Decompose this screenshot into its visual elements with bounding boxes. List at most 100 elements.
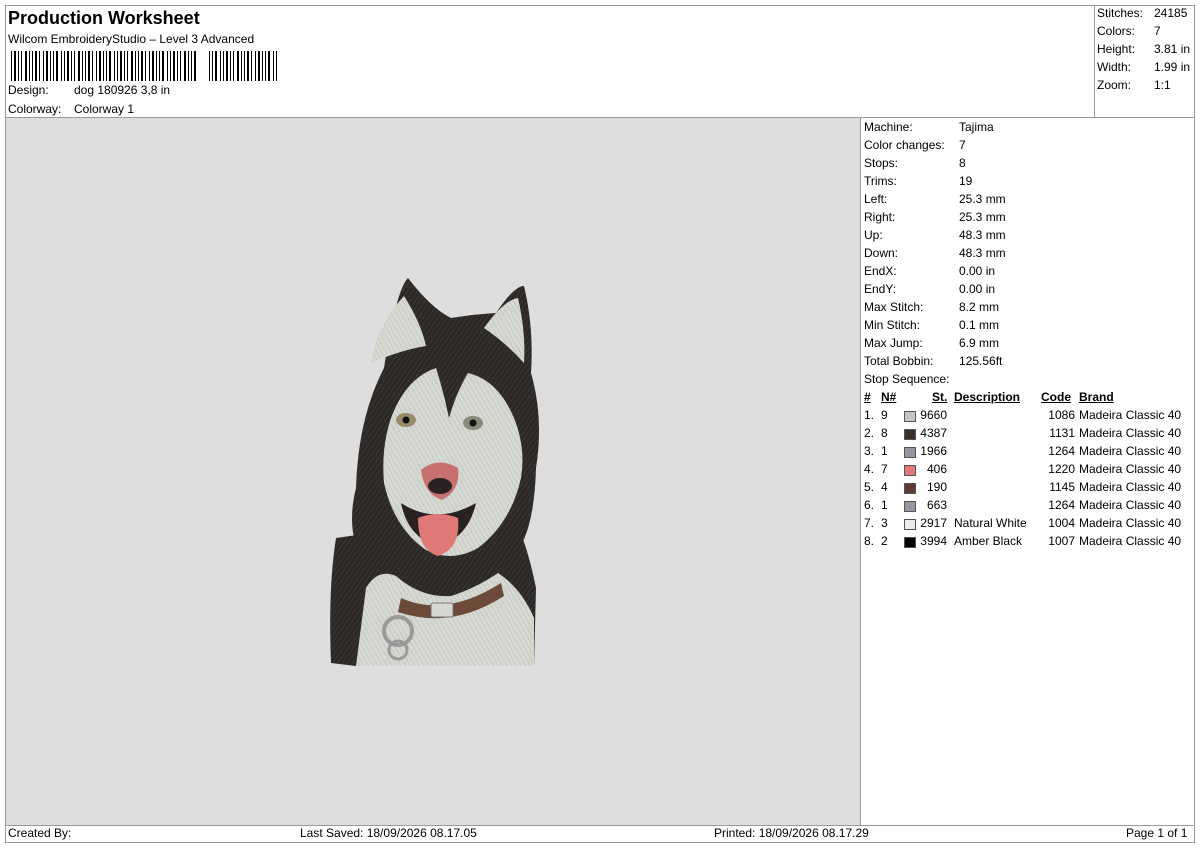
colorway-label: Colorway: bbox=[8, 102, 62, 116]
color-swatch bbox=[904, 537, 916, 548]
summary-panel: Stitches: 24185 Colors: 7 Height: 3.81 in W… bbox=[1094, 5, 1195, 118]
detail-row-down: Down: 48.3 mm bbox=[864, 246, 1006, 260]
col-header-index: # bbox=[864, 390, 871, 404]
col-header-stitches: St. bbox=[932, 390, 948, 404]
detail-row-endy: EndY: 0.00 in bbox=[864, 282, 996, 296]
thread-brand: Madeira Classic 40 bbox=[1079, 480, 1182, 494]
detail-row-max-jump: Max Jump: 6.9 mm bbox=[864, 336, 1000, 350]
stop-sequence-table: # N# St. Description Code Brand 1. 9 9660 1… bbox=[864, 390, 1194, 552]
summary-row-stitches: Stitches: 24185 bbox=[1097, 6, 1188, 20]
stop-index: 7. bbox=[864, 516, 875, 530]
summary-row-height: Height: 3.81 in bbox=[1097, 42, 1191, 56]
stop-index: 3. bbox=[864, 444, 875, 458]
husky-dog-embroidery-image bbox=[330, 278, 540, 666]
col-header-needle: N# bbox=[881, 390, 897, 404]
thread-brand: Madeira Classic 40 bbox=[1079, 426, 1182, 440]
details-panel: Machine: Tajima Color changes: 7 Stops: 8 T… bbox=[862, 118, 1195, 825]
detail-row-machine: Machine: Tajima bbox=[864, 120, 994, 134]
col-header-brand: Brand bbox=[1079, 390, 1114, 404]
detail-row-up: Up: 48.3 mm bbox=[864, 228, 1006, 242]
needle-number: 1 bbox=[881, 498, 888, 512]
thread-description: Amber Black bbox=[954, 534, 1023, 548]
detail-row-color-changes: Color changes: 7 bbox=[864, 138, 966, 152]
stop-table-header: # N# St. Description Code Brand bbox=[864, 390, 1194, 408]
stitch-count: 3994 bbox=[920, 534, 947, 548]
color-swatch bbox=[904, 465, 916, 476]
detail-row-right: Right: 25.3 mm bbox=[864, 210, 1006, 224]
detail-row-max-stitch: Max Stitch: 8.2 mm bbox=[864, 300, 1000, 314]
col-header-code: Code bbox=[1041, 390, 1071, 404]
color-swatch bbox=[904, 447, 916, 458]
design-label: Design: bbox=[8, 83, 49, 97]
needle-number: 9 bbox=[881, 408, 888, 422]
table-row: 3. 1 1966 1264 Madeira Classic 40 bbox=[864, 444, 1194, 462]
thread-description: Natural White bbox=[954, 516, 1027, 530]
thread-code: 1264 bbox=[1048, 498, 1075, 512]
barcode-image bbox=[11, 51, 277, 81]
stop-index: 5. bbox=[864, 480, 875, 494]
stitch-count: 1966 bbox=[920, 444, 947, 458]
color-swatch bbox=[904, 429, 916, 440]
thread-code: 1004 bbox=[1048, 516, 1075, 530]
color-swatch bbox=[904, 483, 916, 494]
table-row: 1. 9 9660 1086 Madeira Classic 40 bbox=[864, 408, 1194, 426]
table-row: 4. 7 406 1220 Madeira Classic 40 bbox=[864, 462, 1194, 480]
thread-code: 1007 bbox=[1048, 534, 1075, 548]
detail-row-total-bobbin: Total Bobbin: 125.56ft bbox=[864, 354, 1003, 368]
stop-index: 6. bbox=[864, 498, 875, 512]
colorway-row: Colorway: Colorway 1 bbox=[8, 102, 134, 116]
needle-number: 2 bbox=[881, 534, 888, 548]
design-value: dog 180926 3,8 in bbox=[74, 83, 171, 97]
thread-brand: Madeira Classic 40 bbox=[1079, 444, 1182, 458]
thread-brand: Madeira Classic 40 bbox=[1079, 516, 1182, 530]
colorway-value: Colorway 1 bbox=[74, 102, 135, 116]
stop-index: 8. bbox=[864, 534, 875, 548]
summary-row-zoom: Zoom: 1:1 bbox=[1097, 78, 1171, 92]
summary-row-width: Width: 1.99 in bbox=[1097, 60, 1191, 74]
worksheet-footer: Created By: Last Saved: 18/09/2026 08.17… bbox=[5, 826, 1195, 843]
detail-row-stops: Stops: 8 bbox=[864, 156, 966, 170]
stitch-count: 9660 bbox=[920, 408, 947, 422]
table-row: 8. 2 3994 Amber Black 1007 Madeira Classic 40 bbox=[864, 534, 1194, 552]
stop-index: 2. bbox=[864, 426, 875, 440]
stitch-count: 406 bbox=[926, 462, 947, 476]
needle-number: 3 bbox=[881, 516, 888, 530]
needle-number: 7 bbox=[881, 462, 888, 476]
design-row: Design: dog 180926 3,8 in bbox=[8, 83, 170, 97]
stop-index: 1. bbox=[864, 408, 875, 422]
table-row: 7. 3 2917 Natural White 1004 Madeira Classic … bbox=[864, 516, 1194, 534]
detail-row-endx: EndX: 0.00 in bbox=[864, 264, 996, 278]
thread-code: 1145 bbox=[1049, 480, 1075, 494]
thread-brand: Madeira Classic 40 bbox=[1079, 498, 1182, 512]
thread-brand: Madeira Classic 40 bbox=[1079, 462, 1182, 476]
stitch-count: 190 bbox=[926, 480, 947, 494]
summary-row-colors: Colors: 7 bbox=[1097, 24, 1161, 38]
worksheet-header: Production Worksheet Wilcom EmbroiderySt… bbox=[5, 5, 1094, 118]
last-saved: Last Saved: 18/09/2026 08.17.05 bbox=[300, 826, 477, 840]
color-swatch bbox=[904, 501, 916, 512]
page-number: Page 1 of 1 bbox=[1126, 826, 1188, 840]
stitch-count: 663 bbox=[926, 498, 947, 512]
col-header-description: Description bbox=[954, 390, 1021, 404]
table-row: 5. 4 190 1145 Madeira Classic 40 bbox=[864, 480, 1194, 498]
software-subtitle: Wilcom EmbroideryStudio – Level 3 Advanc… bbox=[8, 32, 255, 46]
thread-brand: Madeira Classic 40 bbox=[1079, 408, 1182, 422]
thread-code: 1086 bbox=[1048, 408, 1075, 422]
needle-number: 8 bbox=[881, 426, 888, 440]
thread-code: 1220 bbox=[1048, 462, 1075, 476]
detail-row-min-stitch: Min Stitch: 0.1 mm bbox=[864, 318, 1000, 332]
thread-code: 1264 bbox=[1048, 444, 1075, 458]
thread-code: 1131 bbox=[1049, 426, 1075, 440]
needle-number: 4 bbox=[881, 480, 888, 494]
color-swatch bbox=[904, 411, 916, 422]
stitch-count: 4387 bbox=[920, 426, 947, 440]
stitch-count: 2917 bbox=[920, 516, 947, 530]
thread-brand: Madeira Classic 40 bbox=[1079, 534, 1182, 548]
page-title: Production Worksheet bbox=[8, 8, 200, 28]
detail-row-left: Left: 25.3 mm bbox=[864, 192, 1006, 206]
printed-date: Printed: 18/09/2026 08.17.29 bbox=[714, 826, 869, 840]
design-preview bbox=[6, 118, 861, 825]
table-row: 6. 1 663 1264 Madeira Classic 40 bbox=[864, 498, 1194, 516]
detail-row-trims: Trims: 19 bbox=[864, 174, 973, 188]
table-row: 2. 8 4387 1131 Madeira Classic 40 bbox=[864, 426, 1194, 444]
